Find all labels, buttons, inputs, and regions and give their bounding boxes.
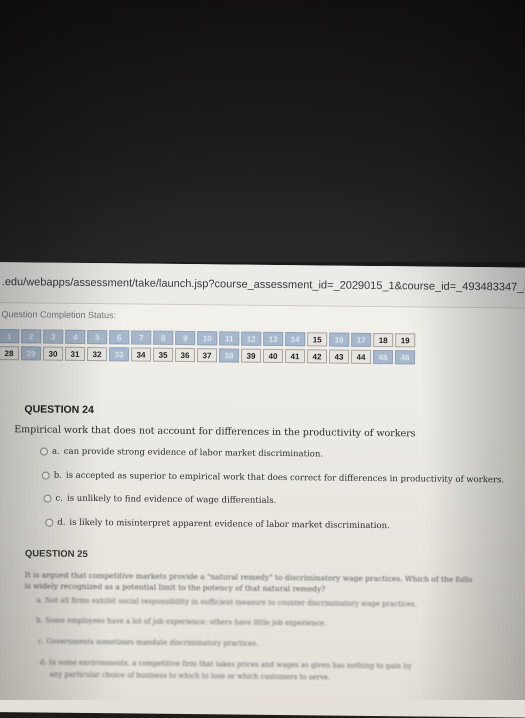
q24-option-d[interactable]: d. is likely to misinterpret apparent ev… xyxy=(45,517,390,532)
question-number-cell[interactable]: 7 xyxy=(131,330,152,345)
option-letter: b. xyxy=(36,616,44,625)
question-number-cell[interactable]: 32 xyxy=(86,346,108,362)
question-number-cell[interactable]: 1 xyxy=(0,329,20,344)
question-24-title: QUESTION 24 xyxy=(24,403,94,417)
option-text: is accepted as superior to empirical wor… xyxy=(65,470,505,486)
grid-row: 1 2 3 4 5 6 7 8 9 10 11 12 13 14 15 16 17 18 19 xyxy=(0,329,416,348)
question-number-cell[interactable]: 44 xyxy=(350,349,372,364)
option-text: Some employees have a lot of job experie… xyxy=(45,616,327,628)
option-text: is likely to misinterpret apparent evide… xyxy=(69,517,390,532)
question-number-cell[interactable]: 39 xyxy=(240,348,262,363)
option-letter: a. xyxy=(51,446,60,457)
option-letter: b. xyxy=(53,470,62,481)
question-number-cell[interactable]: 9 xyxy=(175,330,196,346)
question-number-cell[interactable]: 11 xyxy=(219,331,240,346)
option-letter: c. xyxy=(37,637,45,646)
option-letter: d. xyxy=(57,517,66,528)
q24-option-b[interactable]: b. is accepted as superior to empirical … xyxy=(41,470,505,486)
q25-option-b[interactable]: b. Some employees have a lot of job expe… xyxy=(36,616,326,627)
question-number-cell[interactable]: 16 xyxy=(329,332,350,347)
option-letter: d. xyxy=(39,658,47,667)
question-number-cell[interactable]: 28 xyxy=(0,346,20,361)
question-number-cell[interactable]: 10 xyxy=(197,331,218,346)
option-text: is unlikely to find evidence of wage dif… xyxy=(66,493,277,506)
option-text: In some environments, a competitive firm… xyxy=(48,658,412,671)
question-number-cell[interactable]: 43 xyxy=(328,349,350,364)
question-number-cell[interactable]: 45 xyxy=(372,349,394,365)
question-number-cell[interactable]: 6 xyxy=(109,330,130,345)
radio-button[interactable] xyxy=(41,471,50,480)
question-24-text: Empirical work that does not account for… xyxy=(14,424,416,440)
question-number-cell[interactable]: 36 xyxy=(174,347,196,363)
question-number-cell[interactable]: 42 xyxy=(306,349,328,364)
option-text: can provide strong evidence of labor mar… xyxy=(63,446,324,460)
question-number-cell[interactable]: 15 xyxy=(307,332,328,347)
question-25-text: It is argued that competitive markets pr… xyxy=(25,570,473,597)
question-number-cell[interactable]: 3 xyxy=(43,329,64,344)
question-number-cell[interactable]: 13 xyxy=(263,331,284,347)
question-number-cell[interactable]: 38 xyxy=(218,348,240,363)
question-number-cell[interactable]: 30 xyxy=(42,346,64,361)
question-number-cell[interactable]: 29 xyxy=(20,346,42,361)
q25-option-c[interactable]: c. Governments sometimes mandate discrim… xyxy=(38,637,258,647)
url-text[interactable]: .edu/webapps/assessment/take/launch.jsp?… xyxy=(2,276,525,294)
question-25-title: QUESTION 25 xyxy=(24,548,88,560)
question-number-cell[interactable]: 41 xyxy=(284,349,306,364)
q24-option-a[interactable]: a. can provide strong evidence of labor … xyxy=(39,446,324,460)
grid-row: 28 29 30 31 32 33 34 35 36 37 38 39 40 41 42 43 44 45 46 xyxy=(0,346,416,365)
question-number-cell[interactable]: 12 xyxy=(241,331,262,346)
question-number-cell[interactable]: 35 xyxy=(152,347,174,362)
question-25-text-line2: is widely recognized as a potential limi… xyxy=(24,581,326,594)
question-number-cell[interactable]: 37 xyxy=(196,348,218,363)
question-number-cell[interactable]: 17 xyxy=(351,332,372,347)
question-number-cell[interactable]: 14 xyxy=(285,332,306,347)
dark-background xyxy=(0,0,525,262)
option-letter: a. xyxy=(36,596,43,605)
question-completion-status-label: Question Completion Status: xyxy=(1,309,117,321)
radio-button[interactable] xyxy=(45,518,54,527)
question-number-cell[interactable]: 19 xyxy=(395,333,416,348)
question-number-cell[interactable]: 40 xyxy=(262,348,284,364)
option-letter: c. xyxy=(55,493,64,504)
question-completion-grid: 1 2 3 4 5 6 7 8 9 10 11 12 13 14 15 16 17 18 19 28 29 30 31 32 3… xyxy=(0,329,416,367)
monitor-screen: .edu/webapps/assessment/take/launch.jsp?… xyxy=(0,262,525,718)
q25-option-d-continued: any particular choice of business to whi… xyxy=(50,671,331,682)
question-number-cell[interactable]: 5 xyxy=(87,329,108,345)
question-number-cell[interactable]: 8 xyxy=(153,330,174,345)
q24-option-c[interactable]: c. is unlikely to find evidence of wage … xyxy=(43,494,276,506)
question-number-cell[interactable]: 4 xyxy=(65,329,86,344)
question-number-cell[interactable]: 18 xyxy=(373,332,394,348)
question-number-cell[interactable]: 31 xyxy=(64,346,86,361)
q25-option-d[interactable]: d. In some environments, a competitive f… xyxy=(40,659,412,671)
radio-button[interactable] xyxy=(39,447,49,456)
radio-button[interactable] xyxy=(43,494,52,503)
option-text: any particular choice of business to whi… xyxy=(49,670,331,682)
option-text: Governments sometimes mandate discrimina… xyxy=(46,637,259,648)
address-bar[interactable]: .edu/webapps/assessment/take/launch.jsp?… xyxy=(0,262,525,309)
question-number-cell[interactable]: 33 xyxy=(108,347,130,362)
option-text: Not all firms exhibit social responsibil… xyxy=(45,596,417,609)
question-number-cell[interactable]: 34 xyxy=(130,347,152,362)
q25-option-a[interactable]: a. Not all firms exhibit social responsi… xyxy=(36,596,417,608)
question-number-cell[interactable]: 46 xyxy=(394,350,416,365)
question-number-cell[interactable]: 2 xyxy=(21,329,42,344)
